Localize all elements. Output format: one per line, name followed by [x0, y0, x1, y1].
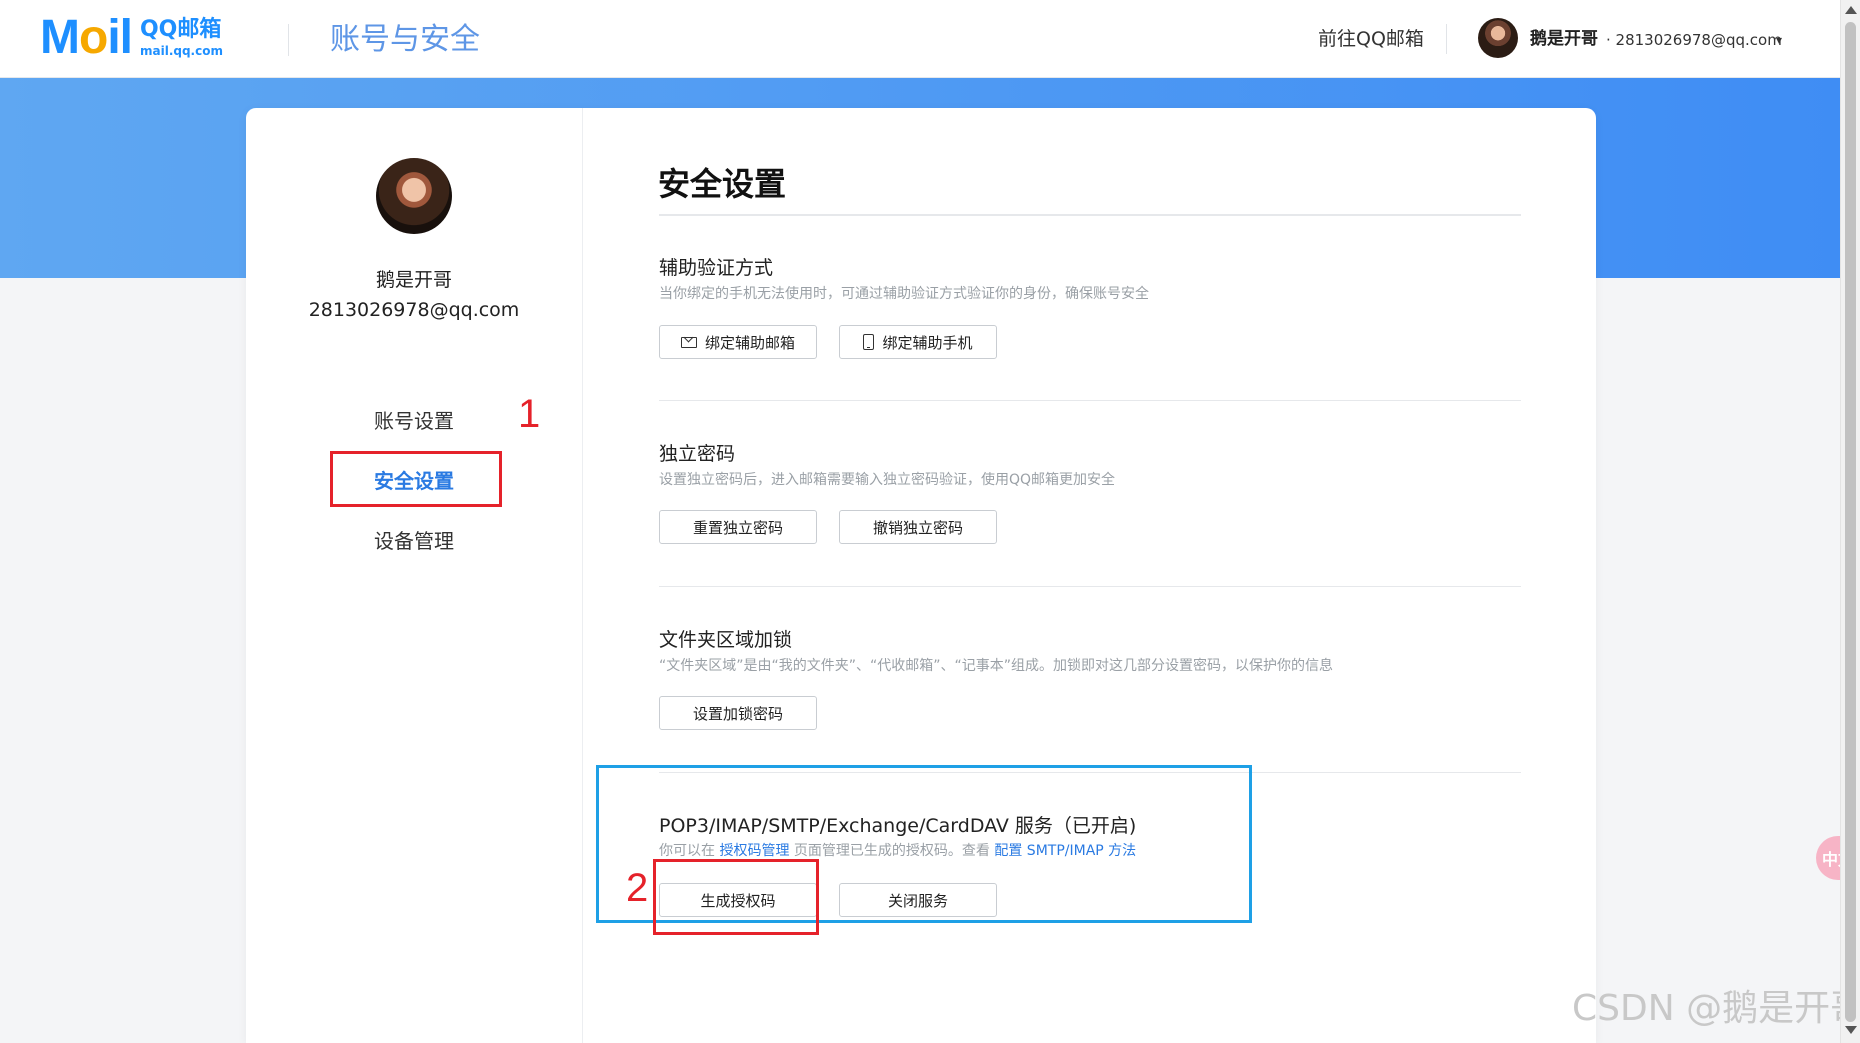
- watermark: CSDN @鹅是开哥: [1572, 988, 1860, 1029]
- bind-aux-email-button[interactable]: 绑定辅助邮箱: [659, 325, 817, 359]
- auth-code-management-link[interactable]: 授权码管理: [719, 843, 789, 859]
- scroll-up-icon[interactable]: [1845, 6, 1857, 14]
- header-divider: [288, 24, 289, 56]
- avatar: [376, 158, 452, 234]
- user-name[interactable]: 鹅是开哥: [1530, 28, 1598, 50]
- header-divider: [1446, 24, 1447, 54]
- block-desc: “文件夹区域”是由“我的文件夹”、“代收邮箱”、“记事本”组成。加锁即对这几部分…: [659, 658, 1334, 674]
- divider: [659, 586, 1521, 587]
- section-title: 安全设置: [658, 165, 787, 203]
- logo-mark: Moil: [40, 11, 133, 64]
- mail-icon: [680, 336, 697, 348]
- button-label: 绑定辅助邮箱: [704, 333, 795, 352]
- annotation-number: 2: [626, 866, 649, 910]
- button-label: 关闭服务: [887, 891, 948, 910]
- desc-text: 页面管理已生成的授权码。查看: [793, 843, 990, 859]
- scroll-thumb[interactable]: [1845, 22, 1856, 1022]
- settings-card: 鹅是开哥 2813026978@qq.com 账号设置 安全设置 设备管理 1 …: [246, 108, 1596, 1043]
- block-title-folder-lock: 文件夹区域加锁: [659, 629, 793, 651]
- phone-icon: [863, 334, 875, 350]
- user-email[interactable]: · 2813026978@qq.com: [1606, 29, 1782, 51]
- smtp-imap-config-link[interactable]: 配置 SMTP/IMAP 方法: [994, 843, 1136, 859]
- bind-aux-phone-button[interactable]: 绑定辅助手机: [839, 325, 997, 359]
- block-desc: 当你绑定的手机无法使用时，可通过辅助验证方式验证你的身份，确保账号安全: [659, 286, 1149, 302]
- annotation-box-red: [653, 859, 819, 935]
- sidebar-user-name: 鹅是开哥: [375, 269, 452, 291]
- block-title-independent-password: 独立密码: [659, 443, 736, 465]
- scroll-down-icon[interactable]: [1845, 1026, 1857, 1034]
- security-settings-panel: 安全设置 辅助验证方式 当你绑定的手机无法使用时，可通过辅助验证方式验证你的身份…: [583, 108, 1596, 1043]
- logo-cn: QQ邮箱: [139, 17, 222, 42]
- revoke-password-button[interactable]: 撤销独立密码: [839, 510, 997, 544]
- block-title-pop3-imap-service: POP3/IMAP/SMTP/Exchange/CardDAV 服务（已开启): [659, 815, 1137, 837]
- qq-mail-logo[interactable]: Moil QQ邮箱 mail.qq.com: [40, 11, 223, 64]
- block-title-aux-verification: 辅助验证方式: [659, 257, 774, 279]
- goto-qq-mail-link[interactable]: 前往QQ邮箱: [1318, 26, 1424, 52]
- top-header: Moil QQ邮箱 mail.qq.com 账号与安全 前往QQ邮箱 鹅是开哥 …: [0, 0, 1840, 78]
- button-label: 撤销独立密码: [872, 518, 963, 537]
- divider: [659, 400, 1521, 401]
- set-lock-password-button[interactable]: 设置加锁密码: [659, 696, 817, 730]
- button-label: 重置独立密码: [692, 518, 783, 537]
- avatar[interactable]: [1478, 18, 1518, 58]
- logo-text: QQ邮箱 mail.qq.com: [139, 17, 223, 58]
- scrollbar[interactable]: [1840, 0, 1860, 1043]
- divider: [659, 214, 1521, 216]
- sidebar-item-device-management[interactable]: 设备管理: [246, 526, 582, 556]
- sidebar-user-email: 2813026978@qq.com: [308, 299, 520, 321]
- page-title: 账号与安全: [330, 22, 480, 57]
- sidebar: 鹅是开哥 2813026978@qq.com 账号设置 安全设置 设备管理 1: [246, 108, 583, 1043]
- caret-down-icon[interactable]: ▾: [1776, 30, 1782, 50]
- button-label: 设置加锁密码: [692, 704, 783, 723]
- block-desc: 你可以在 授权码管理 页面管理已生成的授权码。查看 配置 SMTP/IMAP 方…: [659, 841, 1136, 861]
- disable-service-button[interactable]: 关闭服务: [839, 883, 997, 917]
- button-label: 绑定辅助手机: [882, 333, 973, 352]
- annotation-number: 1: [518, 392, 541, 436]
- logo-en: mail.qq.com: [139, 44, 223, 58]
- block-desc: 设置独立密码后，进入邮箱需要输入独立密码验证，使用QQ邮箱更加安全: [659, 472, 1116, 488]
- desc-text: 你可以在: [659, 843, 715, 859]
- annotation-box-red: [330, 451, 502, 507]
- reset-password-button[interactable]: 重置独立密码: [659, 510, 817, 544]
